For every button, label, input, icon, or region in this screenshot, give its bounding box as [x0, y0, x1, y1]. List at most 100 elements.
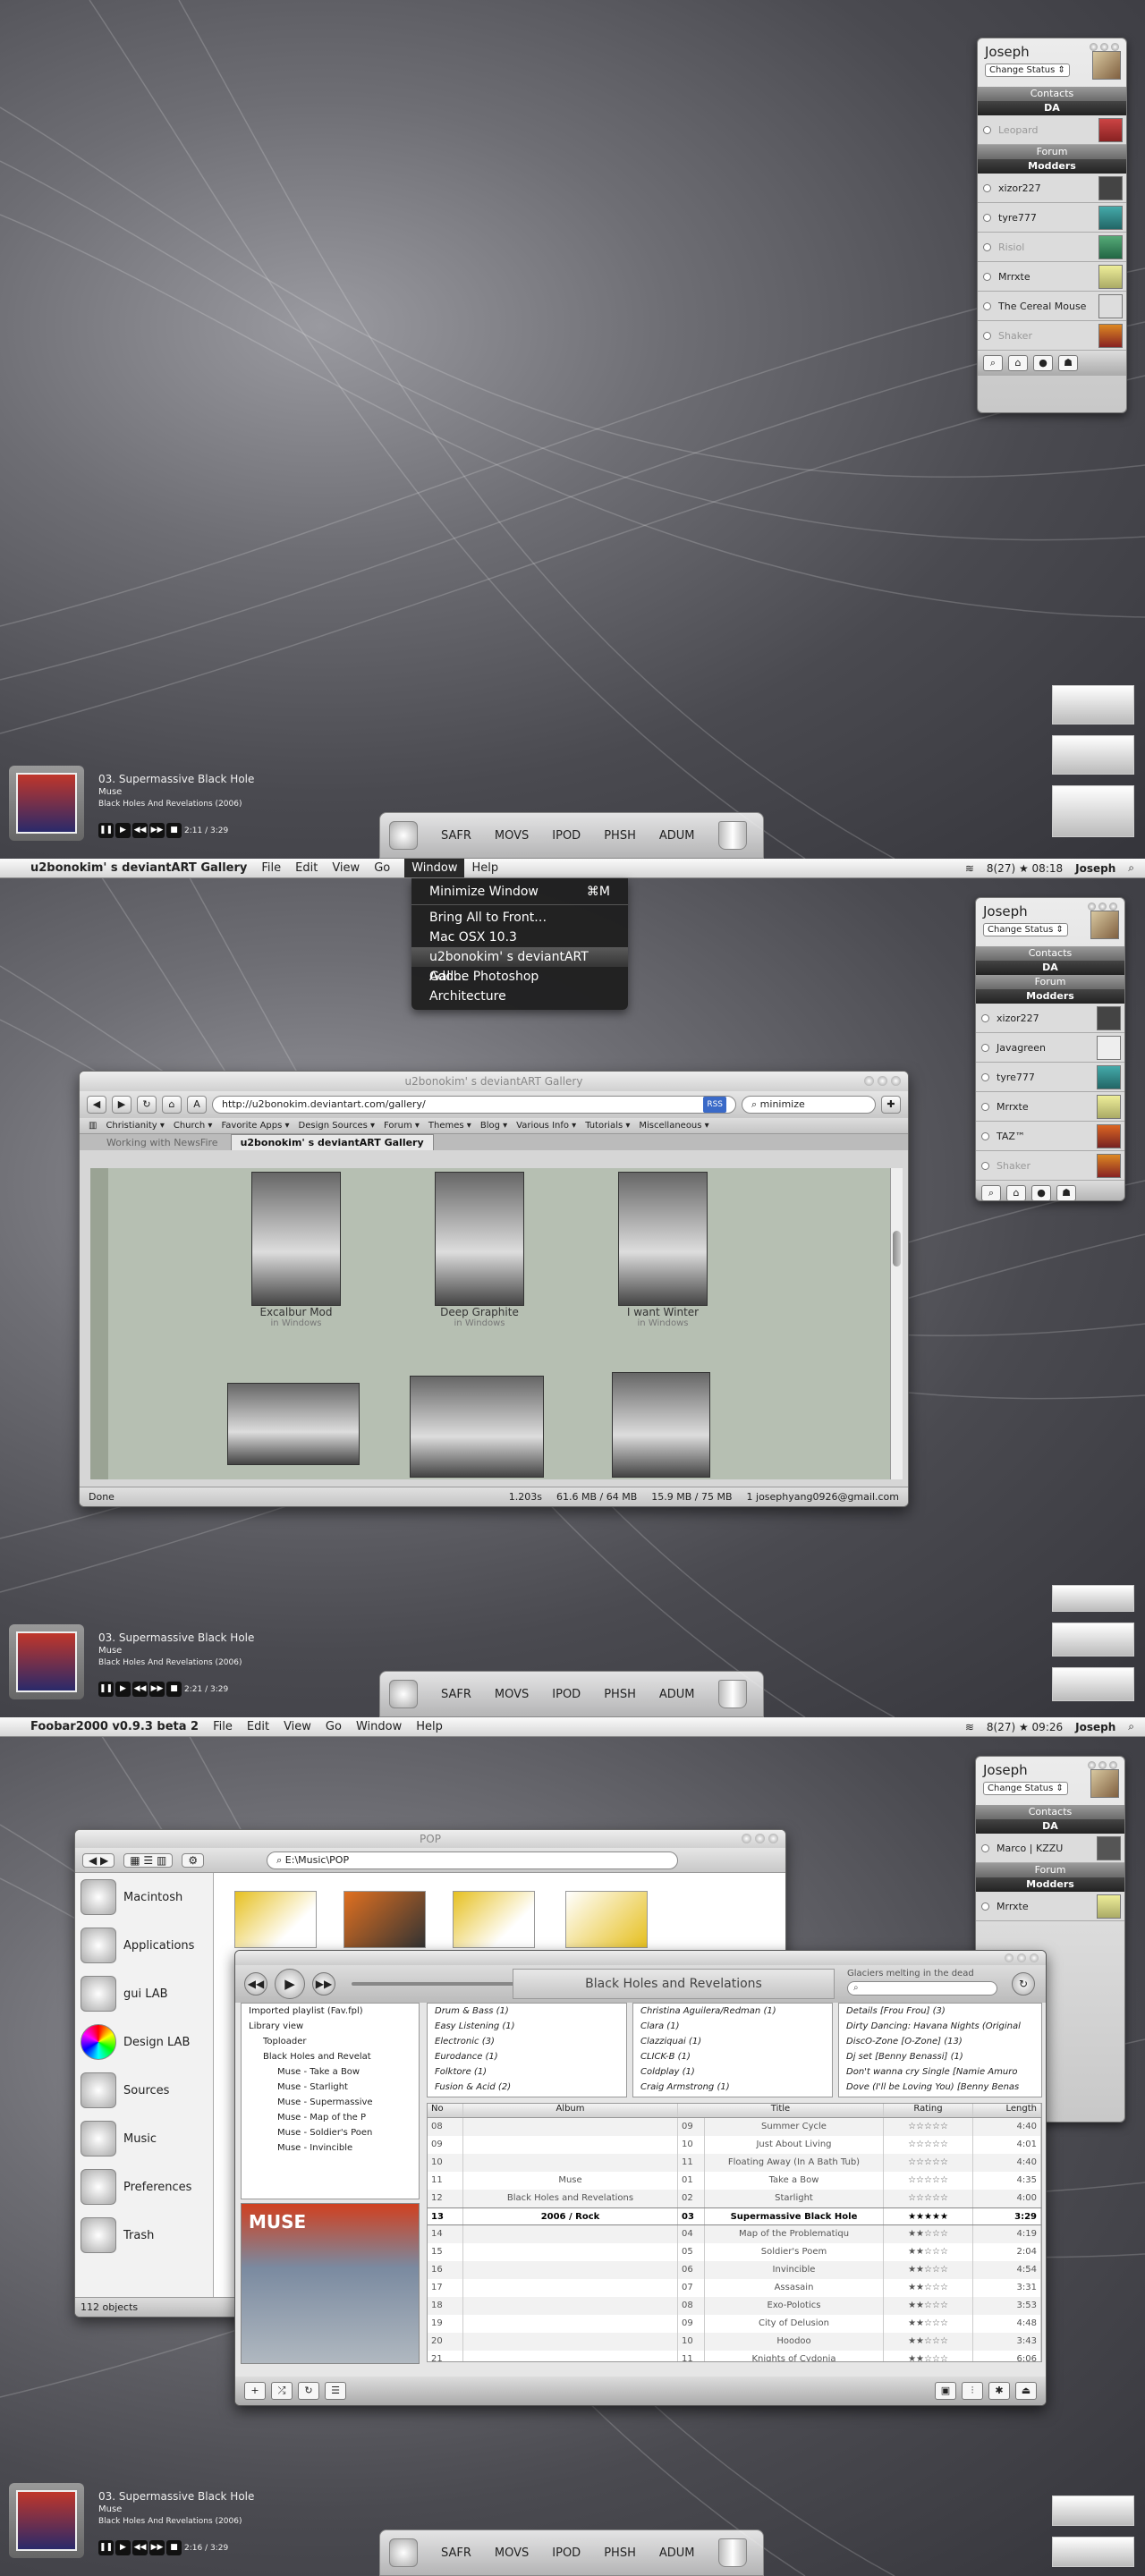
reload-icon[interactable]: ↻ [137, 1096, 157, 1114]
previous-icon[interactable]: ◀◀ [132, 1682, 148, 1697]
table-row[interactable]: 15 05 Soldier's Poem ★★☆☆☆ 2:04 [428, 2243, 1041, 2261]
gallery-item[interactable] [611, 1372, 711, 1478]
filter-item[interactable]: Electronic (3) [428, 2034, 626, 2049]
tree-item[interactable]: Muse - Soldier's Poen [242, 2125, 419, 2140]
equalizer-icon[interactable]: ⫶ [962, 2382, 983, 2400]
album-thumbnail[interactable] [565, 1891, 648, 1948]
sidebar-item-sources[interactable]: Sources [75, 2066, 213, 2114]
trash-icon[interactable] [717, 1680, 747, 1708]
sidebar-item-gui-lab[interactable]: gui LAB [75, 1970, 213, 2018]
sidebar-item-preferences[interactable]: Preferences [75, 2163, 213, 2211]
path-field[interactable]: ⌕ E:\Music\POP [267, 1851, 679, 1869]
filter-item[interactable]: Clazziquai (1) [633, 2034, 832, 2049]
column-album[interactable]: Album [463, 2104, 678, 2117]
gallery-thumbnail[interactable] [618, 1172, 708, 1306]
chat-icon[interactable]: ● [1031, 1185, 1051, 1200]
dock-item-ipod[interactable]: IPOD [552, 2546, 581, 2560]
contact-row[interactable]: TAZ™ [976, 1122, 1124, 1151]
dock-item-ipod[interactable]: IPOD [552, 829, 581, 843]
contact-row[interactable]: tyre777 [978, 203, 1126, 233]
menu-clock[interactable]: 8(27) ★ 08:18 [987, 862, 1063, 875]
minimized-window-thumb[interactable] [1052, 2537, 1134, 2567]
sidebar-item-music[interactable]: Music [75, 2114, 213, 2163]
view-mode-buttons[interactable]: ▦ ☰ ▥ [123, 1852, 174, 1868]
menu-item-window[interactable]: Adobe Photoshop [411, 967, 628, 987]
gallery-thumbnail[interactable] [410, 1376, 544, 1478]
dock-item-movies[interactable]: MOVS [495, 2546, 529, 2560]
zoom-button[interactable] [1090, 43, 1098, 51]
gallery-thumbnail[interactable] [435, 1172, 524, 1306]
contact-row[interactable]: Leopard [978, 115, 1126, 145]
rss-badge[interactable]: RSS [703, 1097, 726, 1113]
group-header-modders[interactable]: Modders [976, 1877, 1124, 1892]
zoom-button[interactable] [742, 1834, 751, 1843]
filter-item[interactable]: CLICK-B (1) [633, 2049, 832, 2064]
finder-icon[interactable] [389, 821, 418, 850]
contact-row[interactable]: Risiol [978, 233, 1126, 262]
table-row[interactable]: 10 11 Floating Away (In A Bath Tub) ☆☆☆☆☆ 4:… [428, 2154, 1041, 2172]
group-header-forum[interactable]: Forum [976, 1863, 1124, 1877]
minimized-window-thumb[interactable] [1052, 1667, 1134, 1701]
home-icon[interactable]: ⌂ [1006, 1185, 1026, 1200]
close-button[interactable] [1109, 902, 1117, 911]
add-icon[interactable]: + [244, 2382, 266, 2400]
table-row[interactable]: 20 10 Hoodoo ★★☆☆☆ 3:43 [428, 2333, 1041, 2351]
group-header-contacts[interactable]: Contacts [978, 87, 1126, 101]
next-icon[interactable]: ▶▶ [149, 823, 165, 838]
menu-file[interactable]: File [213, 1720, 233, 1733]
table-row[interactable]: 14 04 Map of the Problematiqu ★★☆☆☆ 4:19 [428, 2225, 1041, 2243]
contact-row[interactable]: xizor227 [978, 174, 1126, 203]
group-header-da[interactable]: DA [976, 1819, 1124, 1834]
filter-item[interactable]: Clara (1) [633, 2019, 832, 2034]
dock-item-photoshop[interactable]: PHSH [604, 2546, 636, 2560]
pause-icon[interactable]: ❚❚ [98, 2540, 114, 2555]
shuffle-icon[interactable]: ⤮ [271, 2382, 293, 2400]
close-button[interactable] [1109, 1761, 1117, 1769]
filter-item[interactable]: Coldplay (1) [633, 2064, 832, 2080]
back-forward-buttons[interactable]: ◀ ▶ [82, 1852, 115, 1868]
contact-row[interactable]: Mrrxte [978, 262, 1126, 292]
bookmarks-book-icon[interactable]: ▥ [89, 1121, 97, 1131]
gallery-thumbnail[interactable] [251, 1172, 341, 1306]
sidebar-item-trash[interactable]: Trash [75, 2211, 213, 2259]
next-icon[interactable]: ▶▶ [149, 1682, 165, 1697]
play-icon[interactable]: ▶ [275, 1969, 305, 1999]
tree-item[interactable]: Muse - Invincible [242, 2140, 419, 2156]
bookmark-item[interactable]: Favorite Apps ▾ [221, 1121, 289, 1131]
table-row[interactable]: 21 11 Knights of Cydonia ★★☆☆☆ 6:06 [428, 2351, 1041, 2361]
filter-item[interactable]: Drum & Bass (1) [428, 2004, 626, 2019]
address-bar[interactable]: http://u2bonokim.deviantart.com/gallery/… [212, 1096, 736, 1114]
filter-item[interactable]: Easy Listening (1) [428, 2019, 626, 2034]
close-button[interactable] [891, 1076, 901, 1086]
play-icon[interactable]: ▶ [115, 823, 131, 838]
contact-row[interactable]: Javagreen [976, 1033, 1124, 1063]
table-row[interactable]: 08 09 Summer Cycle ☆☆☆☆☆ 4:40 [428, 2118, 1041, 2136]
menu-file[interactable]: File [261, 861, 281, 875]
finder-icon[interactable] [389, 1680, 418, 1708]
dock-item-safari[interactable]: SAFR [441, 1688, 471, 1701]
group-header-modders[interactable]: Modders [976, 989, 1124, 1004]
filter-item[interactable]: Craig Armstrong (1) [633, 2080, 832, 2095]
contact-row[interactable]: Marco | KZZU [976, 1834, 1124, 1863]
menu-edit[interactable]: Edit [247, 1720, 269, 1733]
menu-go[interactable]: Go [326, 1720, 342, 1733]
dock-item-movies[interactable]: MOVS [495, 1688, 529, 1701]
trash-icon[interactable] [717, 2538, 747, 2567]
menu-help[interactable]: Help [416, 1720, 443, 1733]
menu-edit[interactable]: Edit [295, 861, 318, 875]
group-header-da[interactable]: DA [976, 961, 1124, 975]
forward-button[interactable]: ▶ [112, 1096, 131, 1114]
minimized-window-thumb[interactable] [1052, 785, 1134, 837]
bookmark-item[interactable]: Christianity ▾ [106, 1121, 164, 1131]
tab-newsfire[interactable]: Working with NewsFire [98, 1135, 227, 1150]
gallery-item[interactable] [226, 1383, 360, 1465]
user-avatar[interactable] [1090, 911, 1119, 939]
dock-item-safari[interactable]: SAFR [441, 2546, 471, 2560]
tree-item[interactable]: Muse - Starlight [242, 2080, 419, 2095]
menu-window[interactable]: Window [404, 859, 465, 877]
dock-item-movies[interactable]: MOVS [495, 829, 529, 843]
mail-notifier[interactable]: 1 josephyang0926@gmail.com [747, 1491, 899, 1503]
tree-item[interactable]: Muse - Map of the P [242, 2110, 419, 2125]
menu-window[interactable]: Window [356, 1720, 402, 1733]
minimized-window-thumb[interactable] [1052, 2496, 1134, 2526]
